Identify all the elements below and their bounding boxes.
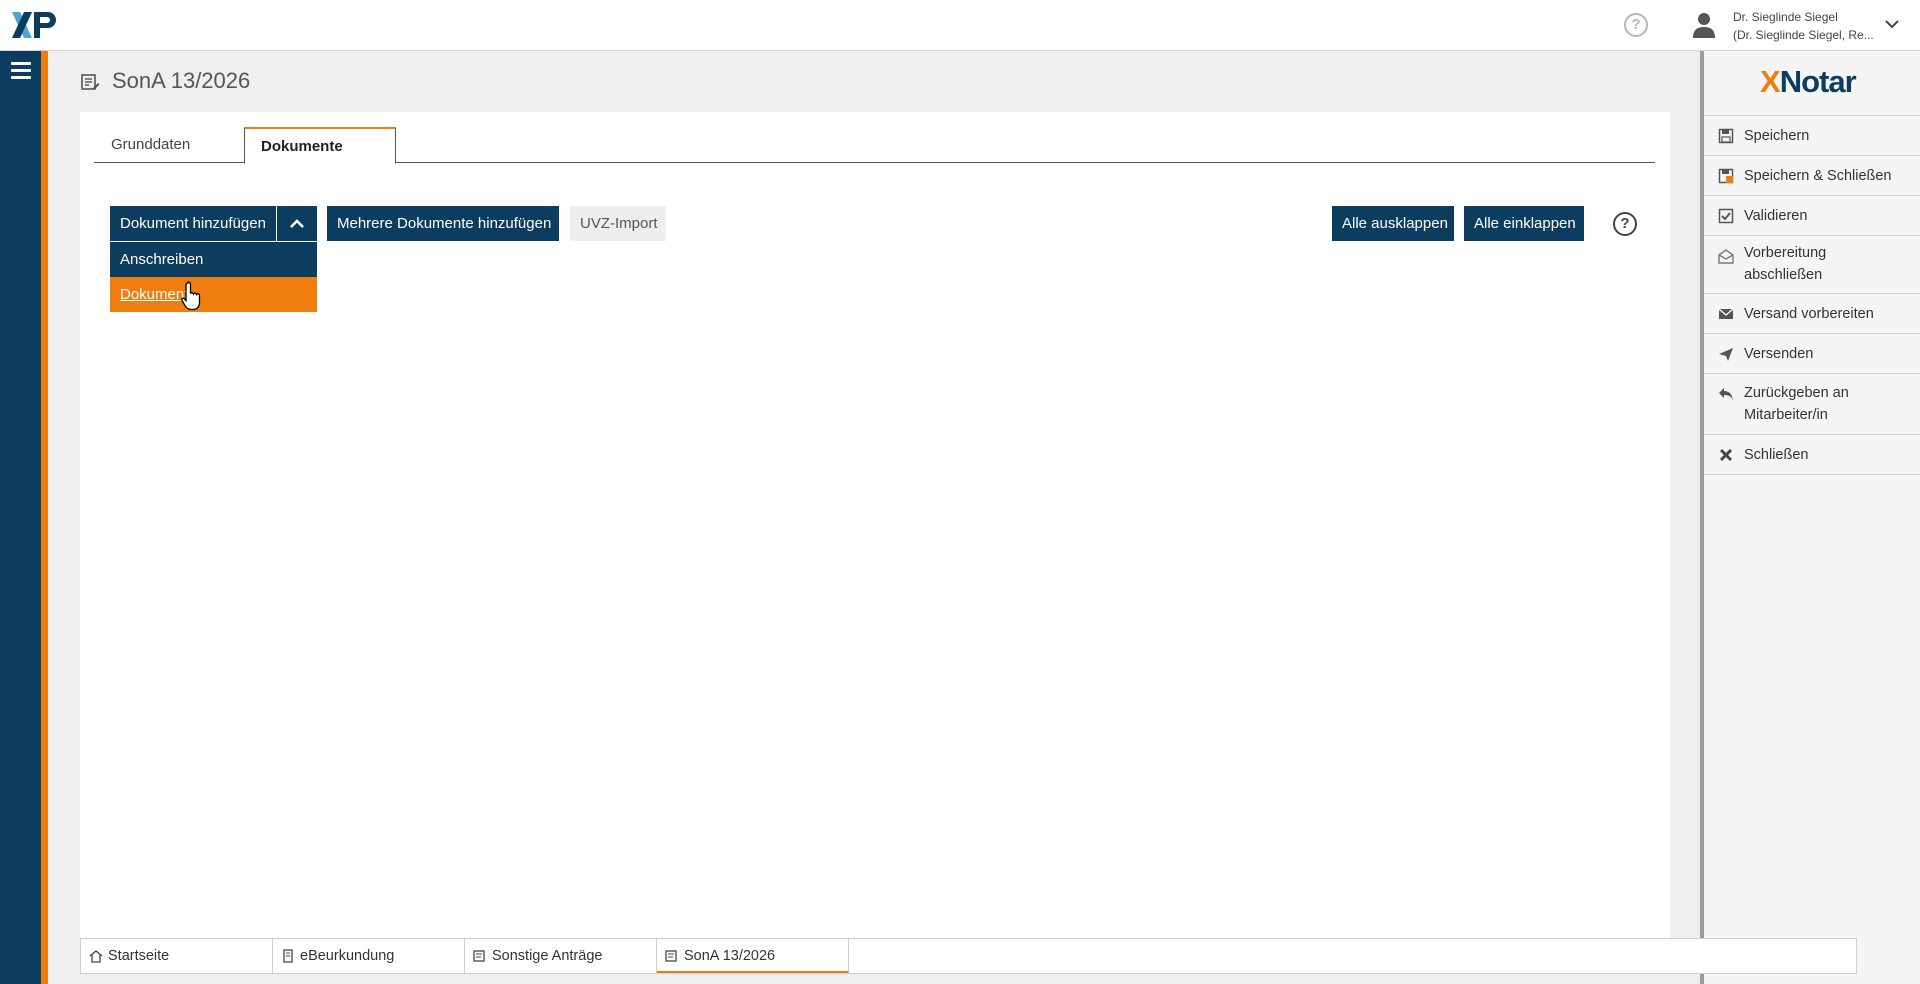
left-nav bbox=[0, 51, 41, 984]
document-edit-icon bbox=[81, 74, 100, 90]
sidebar-item-label: Zurückgeben an bbox=[1744, 385, 1849, 401]
top-bar: ? Dr. Sieglinde Siegel (Dr. Sieglinde Si… bbox=[0, 0, 1920, 51]
left-nav-accent bbox=[41, 51, 48, 984]
paper-plane-icon bbox=[1719, 348, 1733, 361]
scroll-icon bbox=[283, 949, 293, 963]
bottom-tab-sona[interactable]: SonA 13/2026 bbox=[657, 939, 849, 973]
sidebar-item-label: Speichern & Schließen bbox=[1744, 168, 1892, 184]
chevron-up-icon bbox=[290, 219, 304, 228]
floppy-close-icon bbox=[1718, 168, 1734, 184]
bottom-tab-label: Startseite bbox=[108, 948, 170, 964]
sidebar-item-label: Versand vorbereiten bbox=[1744, 306, 1874, 322]
dropdown-item-anschreiben[interactable]: Anschreiben bbox=[110, 242, 317, 277]
user-name[interactable]: Dr. Sieglinde Siegel bbox=[1733, 8, 1838, 26]
xnotar-logo: XNotar bbox=[1760, 64, 1857, 99]
hand-pointer-icon bbox=[181, 281, 201, 311]
sidebar-item-label: Speichern bbox=[1744, 128, 1810, 144]
add-document-button[interactable]: Dokument hinzufügen bbox=[110, 206, 276, 241]
page-title: SonA 13/2026 bbox=[112, 68, 251, 93]
sidebar-item-speichern[interactable]: Speichern bbox=[1704, 115, 1920, 155]
check-square-icon bbox=[1718, 208, 1734, 224]
sidebar-item-schliessen[interactable]: Schließen bbox=[1704, 434, 1920, 474]
xp-logo[interactable] bbox=[12, 10, 62, 40]
help-icon[interactable]: ? bbox=[1624, 13, 1648, 37]
dropdown-item-dokument[interactable]: Dokument bbox=[110, 277, 317, 312]
sidebar-item-validieren[interactable]: Validieren bbox=[1704, 195, 1920, 235]
expand-all-button[interactable]: Alle ausklappen bbox=[1332, 206, 1454, 241]
sidebar-item-speichern-schliessen[interactable]: Speichern & Schließen bbox=[1704, 155, 1920, 195]
add-document-dropdown-toggle[interactable] bbox=[277, 206, 317, 241]
sidebar-item-label: Versenden bbox=[1744, 346, 1814, 362]
envelope-open-icon bbox=[1718, 249, 1734, 264]
user-avatar-icon[interactable] bbox=[1692, 11, 1716, 39]
uvz-import-button[interactable]: UVZ-Import bbox=[570, 206, 666, 241]
bottom-tab-label: Sonstige Anträge bbox=[492, 948, 603, 964]
add-multiple-documents-button[interactable]: Mehrere Dokumente hinzufügen bbox=[327, 206, 559, 241]
bottom-tab-ebeurkundung[interactable]: eBeurkundung bbox=[273, 939, 465, 973]
collapse-all-button[interactable]: Alle einklappen bbox=[1464, 206, 1584, 241]
bottom-tab-sonstige-antraege[interactable]: Sonstige Anträge bbox=[465, 939, 657, 973]
reply-icon bbox=[1719, 388, 1733, 400]
sidebar-item-zurueckgeben[interactable]: Zurückgeben an Mitarbeiter/in bbox=[1704, 373, 1920, 434]
sidebar-item-label: Validieren bbox=[1744, 208, 1808, 224]
sidebar-item-label: abschließen bbox=[1744, 267, 1823, 283]
sidebar-item-label: Mitarbeiter/in bbox=[1744, 407, 1828, 423]
bottom-tab-label: eBeurkundung bbox=[300, 948, 395, 964]
sidebar-item-versenden[interactable]: Versenden bbox=[1704, 333, 1920, 373]
chevron-down-icon[interactable] bbox=[1884, 18, 1900, 30]
envelope-icon bbox=[1718, 308, 1734, 319]
help-icon[interactable]: ? bbox=[1613, 212, 1637, 236]
hamburger-menu-icon[interactable] bbox=[11, 62, 31, 80]
sidebar-item-label: Vorbereitung bbox=[1744, 245, 1827, 261]
bottom-tab-startseite[interactable]: Startseite bbox=[81, 939, 273, 973]
x-icon bbox=[1719, 448, 1733, 462]
sidebar-item-label: Schließen bbox=[1744, 447, 1809, 463]
sidebar-item-vorbereitung-abschliessen[interactable]: Vorbereitung abschließen bbox=[1704, 235, 1920, 293]
home-icon bbox=[89, 950, 103, 963]
bottom-tab-label: SonA 13/2026 bbox=[684, 948, 776, 964]
document-edit-icon bbox=[473, 950, 485, 962]
user-role[interactable]: (Dr. Sieglinde Siegel, Re... bbox=[1733, 26, 1874, 44]
sidebar-divider-bottom bbox=[1704, 474, 1920, 475]
sidebar-item-versand-vorbereiten[interactable]: Versand vorbereiten bbox=[1704, 293, 1920, 333]
tab-grunddaten[interactable]: Grunddaten bbox=[95, 127, 206, 163]
tab-dokumente[interactable]: Dokumente bbox=[244, 127, 396, 164]
document-edit-icon bbox=[665, 950, 677, 962]
floppy-icon bbox=[1718, 128, 1734, 144]
